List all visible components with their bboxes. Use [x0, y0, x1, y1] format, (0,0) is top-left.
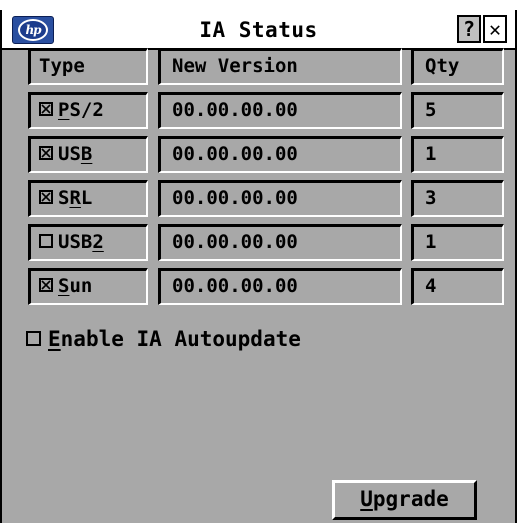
close-button[interactable]: ✕: [483, 15, 507, 43]
type-cell-ps2[interactable]: PS/2: [28, 92, 148, 129]
type-cell-usb[interactable]: USB: [28, 136, 148, 173]
dialog-title: IA Status: [199, 18, 318, 42]
checkbox-usb[interactable]: [39, 145, 53, 160]
version-cell-ps2: 00.00.00.00: [158, 92, 402, 129]
column-header-qty: Qty: [411, 48, 504, 85]
checkbox-autoupdate[interactable]: [26, 330, 41, 346]
checkbox-sun[interactable]: [39, 277, 53, 292]
qty-cell-usb2: 1: [411, 224, 504, 261]
qty-cell-usb: 1: [411, 136, 504, 173]
version-cell-usb2: 00.00.00.00: [158, 224, 402, 261]
checkbox-ps2[interactable]: [39, 101, 53, 116]
version-cell-usb: 00.00.00.00: [158, 136, 402, 173]
column-header-type: Type: [28, 48, 148, 85]
enable-ia-autoupdate-option[interactable]: Enable IA Autoupdate: [26, 326, 301, 352]
column-header-new-version: New Version: [158, 48, 402, 85]
title-bar: hp IA Status ? ✕: [2, 10, 515, 50]
version-cell-srl: 00.00.00.00: [158, 180, 402, 217]
help-button[interactable]: ?: [457, 15, 481, 43]
type-cell-srl[interactable]: SRL: [28, 180, 148, 217]
ia-status-dialog: hp IA Status ? ✕ Type New Version Qty PS…: [0, 10, 517, 523]
version-cell-sun: 00.00.00.00: [158, 268, 402, 305]
qty-cell-sun: 4: [411, 268, 504, 305]
qty-cell-srl: 3: [411, 180, 504, 217]
qty-cell-ps2: 5: [411, 92, 504, 129]
type-cell-usb2[interactable]: USB2: [28, 224, 148, 261]
upgrade-button[interactable]: Upgrade: [332, 480, 477, 520]
checkbox-usb2[interactable]: [39, 233, 53, 248]
type-cell-sun[interactable]: Sun: [28, 268, 148, 305]
checkbox-srl[interactable]: [39, 189, 53, 204]
